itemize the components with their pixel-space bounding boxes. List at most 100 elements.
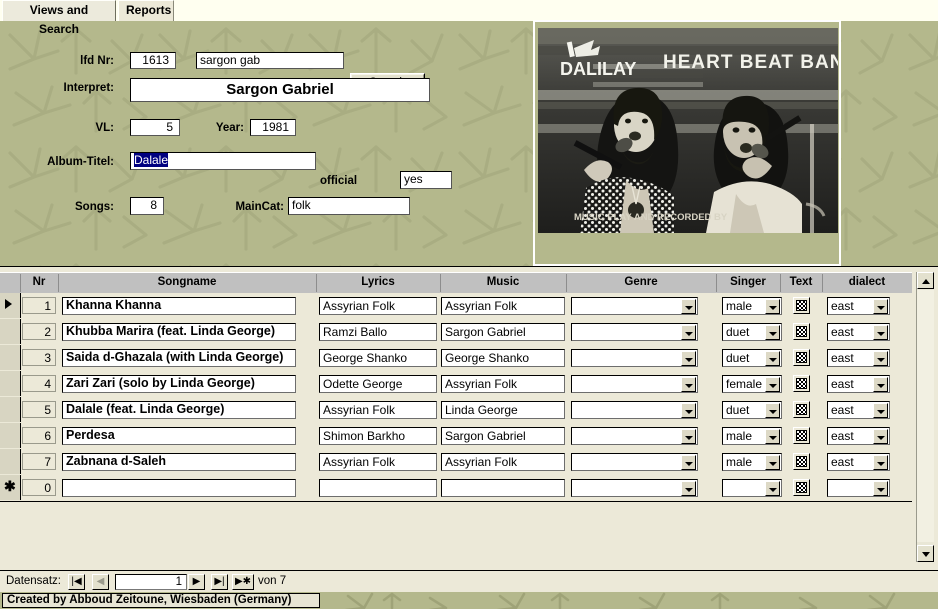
cell-singer-dropdown[interactable]: male (722, 453, 782, 471)
official-input[interactable]: yes (400, 171, 452, 189)
cell-singer-dropdown[interactable]: duet (722, 323, 782, 341)
cell-music[interactable]: Sargon Gabriel (441, 427, 565, 445)
chevron-down-icon[interactable] (765, 403, 780, 418)
cell-dialect-dropdown[interactable]: east (827, 323, 890, 341)
cell-lyrics[interactable]: Shimon Barkho (319, 427, 437, 445)
cell-music[interactable]: Assyrian Folk (441, 297, 565, 315)
cell-text-attachment-button[interactable] (793, 297, 810, 314)
cell-songname[interactable]: Khanna Khanna (62, 297, 296, 315)
nav-last-record-button[interactable]: ▶| (211, 574, 228, 590)
tab-reports[interactable]: Reports (118, 0, 174, 21)
cell-text-attachment-button[interactable] (793, 427, 810, 444)
chevron-down-icon[interactable] (765, 299, 780, 314)
chevron-down-icon[interactable] (765, 325, 780, 340)
cell-songname[interactable] (62, 479, 296, 497)
column-header-dialect[interactable]: dialect (822, 273, 912, 292)
cell-genre-dropdown[interactable] (571, 453, 698, 471)
cell-nr[interactable]: 5 (22, 401, 56, 418)
chevron-down-icon[interactable] (681, 429, 696, 444)
tab-views-and-search[interactable]: Views and Search (2, 0, 116, 36)
scroll-down-arrow-icon[interactable] (917, 545, 934, 562)
row-selector[interactable] (0, 371, 21, 396)
cell-text-attachment-button[interactable] (793, 479, 810, 496)
column-header-nr[interactable]: Nr (20, 273, 58, 292)
cell-singer-dropdown[interactable]: male (722, 297, 782, 315)
datasheet-vertical-scrollbar[interactable] (916, 272, 934, 562)
cell-text-attachment-button[interactable] (793, 375, 810, 392)
cell-genre-dropdown[interactable] (571, 323, 698, 341)
cell-lyrics[interactable]: Assyrian Folk (319, 453, 437, 471)
cell-genre-dropdown[interactable] (571, 375, 698, 393)
vl-input[interactable]: 5 (130, 119, 180, 136)
table-row[interactable]: ✱ 0 (0, 475, 912, 502)
cell-singer-dropdown[interactable]: duet (722, 401, 782, 419)
songs-input[interactable]: 8 (130, 197, 164, 215)
table-row[interactable]: 6 Perdesa Shimon Barkho Sargon Gabriel male e… (0, 423, 912, 450)
cell-lyrics[interactable]: Assyrian Folk (319, 401, 437, 419)
chevron-down-icon[interactable] (873, 429, 888, 444)
chevron-down-icon[interactable] (873, 299, 888, 314)
cell-songname[interactable]: Saida d-Ghazala (with Linda George) (62, 349, 296, 367)
chevron-down-icon[interactable] (873, 481, 888, 496)
row-selector[interactable] (0, 423, 21, 448)
cell-songname[interactable]: Khubba Marira (feat. Linda George) (62, 323, 296, 341)
row-selector[interactable] (0, 319, 21, 344)
cell-music[interactable]: Assyrian Folk (441, 453, 565, 471)
scrollbar-thumb[interactable] (917, 290, 934, 542)
cell-dialect-dropdown[interactable]: east (827, 297, 890, 315)
cell-genre-dropdown[interactable] (571, 349, 698, 367)
cell-nr[interactable]: 4 (22, 375, 56, 392)
table-row[interactable]: 2 Khubba Marira (feat. Linda George) Ramzi… (0, 319, 912, 346)
table-row[interactable]: 4 Zari Zari (solo by Linda George) Odette … (0, 371, 912, 398)
cell-lyrics[interactable]: Odette George (319, 375, 437, 393)
cell-nr[interactable]: 3 (22, 349, 56, 366)
table-row[interactable]: 7 Zabnana d-Saleh Assyrian Folk Assyrian Fo… (0, 449, 912, 476)
cell-lyrics[interactable]: Assyrian Folk (319, 297, 437, 315)
cell-songname[interactable]: Dalale (feat. Linda George) (62, 401, 296, 419)
cell-nr[interactable]: 6 (22, 427, 56, 444)
row-selector[interactable]: ✱ (0, 475, 21, 500)
cell-dialect-dropdown[interactable]: east (827, 453, 890, 471)
nav-next-record-button[interactable]: ▶ (188, 574, 205, 590)
scroll-up-arrow-icon[interactable] (917, 272, 934, 289)
cell-lyrics[interactable] (319, 479, 437, 497)
column-header-lyrics[interactable]: Lyrics (316, 273, 440, 292)
chevron-down-icon[interactable] (681, 325, 696, 340)
column-header-genre[interactable]: Genre (566, 273, 716, 292)
cell-nr[interactable]: 0 (22, 479, 56, 496)
cell-music[interactable]: Assyrian Folk (441, 375, 565, 393)
cell-genre-dropdown[interactable] (571, 297, 698, 315)
chevron-down-icon[interactable] (681, 455, 696, 470)
chevron-down-icon[interactable] (681, 481, 696, 496)
chevron-down-icon[interactable] (765, 351, 780, 366)
cell-nr[interactable]: 1 (22, 297, 56, 314)
cell-text-attachment-button[interactable] (793, 349, 810, 366)
cell-dialect-dropdown[interactable]: east (827, 401, 890, 419)
maincat-input[interactable]: folk (288, 197, 410, 215)
chevron-down-icon[interactable] (873, 377, 888, 392)
cell-music[interactable] (441, 479, 565, 497)
table-row[interactable]: 1 Khanna Khanna Assyrian Folk Assyrian Folk… (0, 293, 912, 320)
chevron-down-icon[interactable] (765, 455, 780, 470)
column-header-text[interactable]: Text (780, 273, 822, 292)
chevron-down-icon[interactable] (765, 377, 780, 392)
column-header-singer[interactable]: Singer (716, 273, 780, 292)
cell-songname[interactable]: Perdesa (62, 427, 296, 445)
chevron-down-icon[interactable] (681, 377, 696, 392)
column-header-songname[interactable]: Songname (58, 273, 316, 292)
cell-singer-dropdown[interactable]: duet (722, 349, 782, 367)
interpret-input[interactable]: Sargon Gabriel (130, 78, 430, 102)
cell-dialect-dropdown[interactable]: east (827, 349, 890, 367)
chevron-down-icon[interactable] (873, 325, 888, 340)
album-titel-input[interactable]: Dalale (130, 152, 316, 170)
cell-dialect-dropdown[interactable] (827, 479, 890, 497)
row-selector[interactable] (0, 293, 21, 318)
chevron-down-icon[interactable] (873, 351, 888, 366)
cell-dialect-dropdown[interactable]: east (827, 427, 890, 445)
cell-genre-dropdown[interactable] (571, 427, 698, 445)
cell-dialect-dropdown[interactable]: east (827, 375, 890, 393)
row-selector[interactable] (0, 449, 21, 474)
search-term-input[interactable]: sargon gab (196, 52, 344, 69)
cell-singer-dropdown[interactable]: male (722, 427, 782, 445)
chevron-down-icon[interactable] (681, 299, 696, 314)
